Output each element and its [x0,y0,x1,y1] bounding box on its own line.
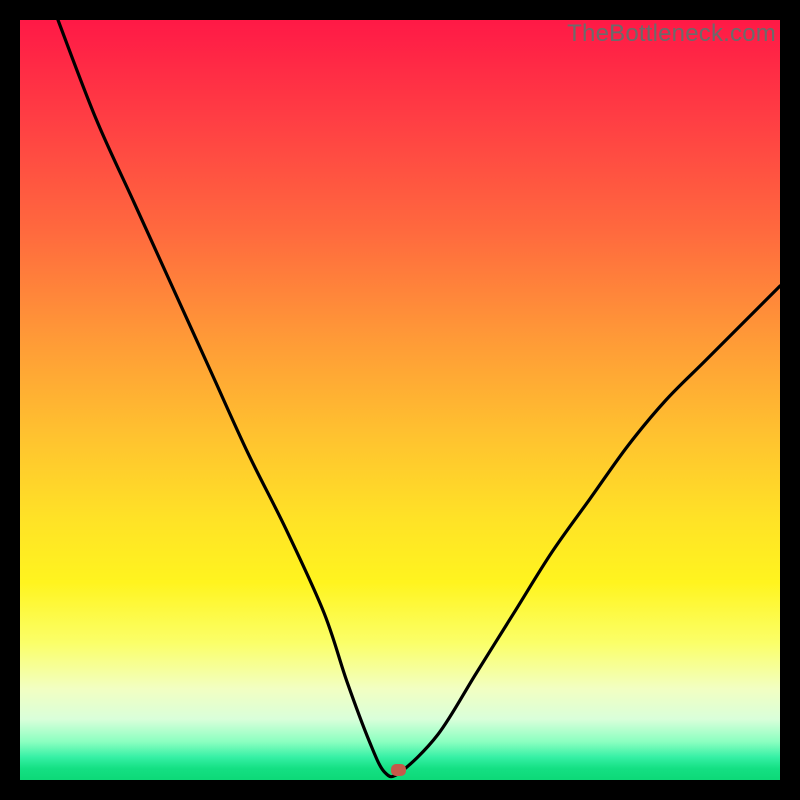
min-marker [391,764,406,776]
curve-path [58,20,780,777]
watermark-text: TheBottleneck.com [567,20,776,48]
curve-plot [20,20,780,780]
plot-frame: TheBottleneck.com [20,20,780,780]
